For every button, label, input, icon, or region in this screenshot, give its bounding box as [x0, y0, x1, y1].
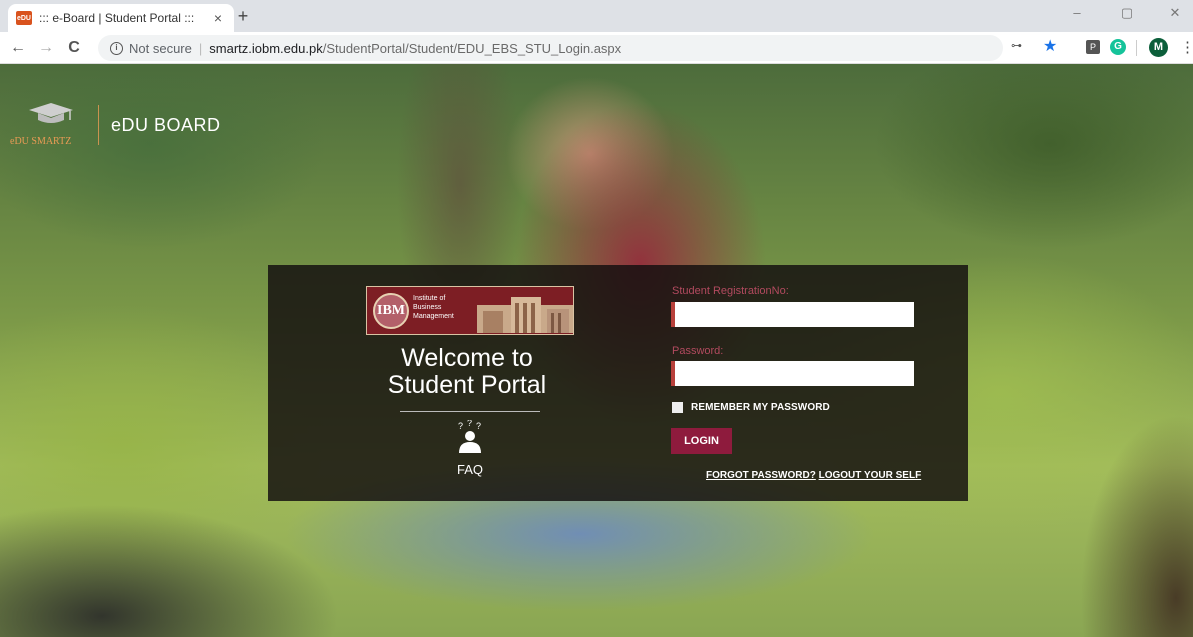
remember-label: REMEMBER MY PASSWORD: [691, 402, 830, 413]
password-label: Password:: [672, 345, 724, 357]
svg-text:?: ?: [476, 421, 481, 431]
minimize-icon[interactable]: –: [1062, 5, 1092, 20]
url-separator: |: [198, 40, 203, 56]
brand-title: eDU BOARD: [111, 114, 221, 135]
account-links: FORGOT PASSWORD? LOGOUT YOUR SELF: [706, 470, 921, 481]
brand-small-text: eDU SMARTZ: [10, 136, 72, 147]
svg-text:?: ?: [458, 421, 463, 431]
site-favicon-icon: eDU: [16, 11, 32, 25]
restore-icon[interactable]: ▢: [1112, 5, 1142, 21]
reload-icon[interactable]: C: [64, 38, 84, 58]
remember-password-option[interactable]: REMEMBER MY PASSWORD: [672, 402, 830, 413]
brand-divider: [98, 105, 99, 145]
brand-logo: eDU SMARTZ eDU BOARD: [10, 100, 221, 150]
close-window-icon[interactable]: ✕: [1160, 5, 1190, 21]
registration-input[interactable]: [671, 302, 914, 327]
background-shade: [1080, 414, 1193, 637]
svg-text:?: ?: [467, 420, 472, 428]
address-bar[interactable]: i Not secure | smartz.iobm.edu.pk/Studen…: [98, 35, 1003, 61]
url-host: smartz.iobm.edu.pk: [209, 40, 323, 56]
login-button[interactable]: LOGIN: [671, 428, 732, 454]
background-shade: [0, 504, 340, 637]
edu-smartz-logo: eDU SMARTZ: [10, 100, 92, 150]
institute-emblem: IBM: [373, 293, 409, 329]
building-icon: [477, 297, 573, 333]
faq-person-icon[interactable]: ? ? ?: [455, 420, 485, 454]
bookmark-star-icon[interactable]: ★: [1043, 36, 1057, 56]
tab-close-icon[interactable]: ×: [210, 10, 226, 26]
browser-menu-icon[interactable]: ⋮: [1180, 38, 1193, 56]
back-icon[interactable]: ←: [8, 38, 28, 58]
toolbar-divider: [1136, 40, 1137, 56]
institute-logo: IBM Institute of Business Management: [366, 286, 574, 335]
grammarly-extension-icon[interactable]: G: [1110, 39, 1126, 55]
security-status: Not secure: [129, 40, 192, 56]
graduation-cap-icon: [29, 103, 73, 123]
welcome-line-1: Welcome to: [401, 344, 533, 372]
welcome-heading: Welcome to Student Portal: [376, 345, 558, 399]
institute-name: Institute of Business Management: [413, 295, 454, 320]
remember-checkbox[interactable]: [672, 402, 683, 413]
key-icon[interactable]: ⊶: [1011, 39, 1022, 52]
forward-icon[interactable]: →: [36, 38, 56, 58]
pocket-extension-icon[interactable]: P: [1086, 40, 1100, 54]
login-panel: IBM Institute of Business Management Wel…: [268, 265, 968, 501]
password-input[interactable]: [671, 361, 914, 386]
logout-link[interactable]: LOGOUT YOUR SELF: [819, 470, 922, 481]
url-path: /StudentPortal/Student/EDU_EBS_STU_Login…: [322, 40, 622, 56]
profile-avatar[interactable]: M: [1149, 38, 1168, 57]
new-tab-button[interactable]: +: [232, 5, 254, 27]
welcome-divider: [400, 411, 540, 412]
welcome-line-2: Student Portal: [387, 371, 547, 399]
registration-label: Student RegistrationNo:: [672, 285, 789, 297]
faq-link[interactable]: FAQ: [448, 462, 492, 477]
browser-tab[interactable]: eDU ::: e-Board | Student Portal ::: ×: [8, 4, 234, 32]
page-background: eDU SMARTZ eDU BOARD IBM Institute of Bu…: [0, 64, 1193, 637]
tab-title: ::: e-Board | Student Portal :::: [39, 11, 195, 25]
forgot-password-link[interactable]: FORGOT PASSWORD?: [706, 470, 816, 481]
info-icon[interactable]: i: [110, 41, 123, 55]
browser-tab-strip: eDU ::: e-Board | Student Portal ::: × +…: [0, 0, 1193, 32]
